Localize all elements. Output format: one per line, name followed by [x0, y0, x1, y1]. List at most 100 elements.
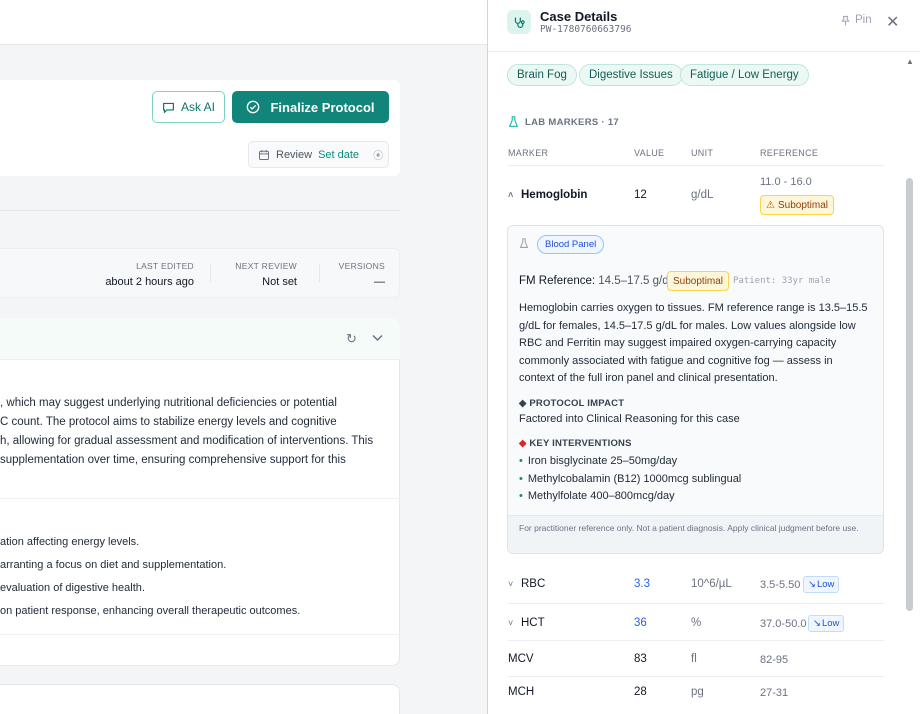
- marker-reference: 3.5-5.50: [760, 579, 801, 591]
- intervention-text: Methylfolate 400–800mcg/day: [527, 490, 675, 502]
- feed-icon[interactable]: ⦿: [373, 147, 383, 162]
- lab-markers-heading: LAB MARKERS · 17: [508, 116, 619, 128]
- pin-button[interactable]: Pin: [840, 14, 872, 26]
- divider: [0, 498, 400, 499]
- marker-unit: pg: [691, 686, 704, 698]
- col-reference: REFERENCE: [760, 148, 819, 158]
- key-interventions-title: KEY INTERVENTIONS: [529, 438, 632, 449]
- chevron-down-icon: ˅: [508, 579, 514, 589]
- last-edited: LAST EDITED about 2 hours ago: [104, 261, 194, 288]
- versions-value: —: [374, 276, 385, 288]
- lab-markers-title: LAB MARKERS · 17: [525, 116, 620, 128]
- meta-separator: [319, 264, 320, 282]
- finding-item: on patient response, enhancing overall t…: [0, 605, 301, 617]
- check-circle-icon: [247, 100, 260, 114]
- row-divider: [508, 603, 884, 604]
- protocol-impact-text: Factored into Clinical Reasoning for thi…: [519, 413, 740, 425]
- marker-reference: 37.0-50.0: [760, 618, 807, 630]
- last-edited-label: LAST EDITED: [136, 261, 194, 271]
- marker-reference: 11.0 - 16.0: [760, 176, 812, 188]
- finding-item: evaluation of digestive health.: [0, 582, 145, 594]
- trend-down-icon: ↘: [808, 579, 816, 590]
- status-label: Suboptimal: [777, 199, 828, 211]
- chevron-up-icon: ˄: [508, 190, 514, 200]
- marker-value: 28: [634, 686, 647, 698]
- finding-item: ation affecting energy levels.: [0, 536, 140, 548]
- next-review-value: Not set: [262, 276, 297, 288]
- col-unit: UNIT: [691, 148, 714, 158]
- intervention-text: Iron bisglycinate 25–50mg/day: [527, 455, 678, 467]
- divider: [0, 634, 400, 635]
- main-content: Ask AI Finalize Protocol Review Set date…: [0, 0, 488, 714]
- row-divider: [508, 640, 884, 641]
- clinical-summary-header: [0, 318, 400, 360]
- case-id: PW-1780760663796: [540, 24, 632, 35]
- disclaimer: For practitioner reference only. Not a p…: [508, 515, 883, 553]
- fm-reference-label: FM Reference:: [519, 275, 596, 287]
- chevron-down-icon[interactable]: [372, 334, 383, 342]
- summary-line: C count. The protocol aims to stabilize …: [0, 416, 337, 428]
- next-review: NEXT REVIEW Not set: [225, 261, 297, 288]
- protocol-impact-heading: ◆ PROTOCOL IMPACT: [519, 398, 624, 409]
- summary-line: h, allowing for gradual assessment and m…: [0, 435, 374, 447]
- status-badge: ⚠ Suboptimal: [760, 195, 834, 215]
- chevron-down-icon: ˅: [508, 618, 514, 628]
- ask-ai-label: Ask AI: [180, 100, 215, 114]
- marker-row-rbc[interactable]: ˅ RBC: [508, 578, 545, 590]
- marker-value: 83: [634, 653, 647, 665]
- marker-unit: fl: [691, 653, 697, 665]
- marker-row-hct[interactable]: ˅ HCT: [508, 617, 545, 629]
- fm-reference-value: 14.5–17.5 g/dL: [598, 275, 676, 287]
- intervention-item: • Iron bisglycinate 25–50mg/day: [519, 455, 678, 467]
- panel-title: Case Details: [540, 9, 618, 24]
- scrollbar-thumb[interactable]: [906, 178, 913, 611]
- fm-reference: FM Reference: 14.5–17.5 g/dL: [519, 275, 675, 287]
- refresh-icon[interactable]: ↻: [346, 331, 357, 347]
- trend-down-icon: ↘: [813, 618, 821, 629]
- marker-row-hemoglobin[interactable]: ˄ Hemoglobin: [508, 189, 587, 201]
- next-review-label: NEXT REVIEW: [235, 261, 297, 271]
- marker-unit: g/dL: [691, 189, 714, 201]
- marker-unit: 10^6/µL: [691, 578, 732, 590]
- table-divider: [508, 165, 884, 166]
- calendar-icon: [259, 149, 269, 160]
- panel-badge: Blood Panel: [537, 235, 605, 254]
- pill-icon: ◆: [519, 398, 527, 409]
- finalize-label: Finalize Protocol: [270, 99, 375, 115]
- review-label: Review: [276, 148, 313, 161]
- review-date-control[interactable]: Review Set date ⦿: [248, 141, 389, 168]
- next-section-card: [0, 684, 400, 714]
- marker-value: 3.3: [634, 578, 650, 590]
- marker-name: MCH: [508, 686, 535, 698]
- stethoscope-icon: [507, 10, 531, 34]
- versions: VERSIONS —: [330, 261, 385, 288]
- pin-label: Pin: [855, 14, 872, 26]
- close-icon[interactable]: ✕: [886, 12, 899, 32]
- ask-ai-button[interactable]: Ask AI: [152, 91, 225, 123]
- finalize-protocol-button[interactable]: Finalize Protocol: [232, 91, 389, 123]
- scroll-up-arrow[interactable]: ▲: [906, 57, 914, 66]
- marker-name: MCV: [508, 653, 534, 665]
- low-badge: ↘ Low: [803, 576, 840, 593]
- pin-icon: [841, 15, 850, 25]
- flask-icon: [519, 238, 529, 252]
- fm-status-badge: Suboptimal: [667, 271, 730, 291]
- tag-chip[interactable]: Fatigue / Low Energy: [680, 64, 809, 86]
- case-details-panel: Case Details PW-1780760663796 Pin ✕ Brai…: [488, 0, 920, 714]
- panel-header: Case Details PW-1780760663796 Pin ✕: [488, 0, 920, 52]
- key-interventions-heading: ◆ KEY INTERVENTIONS: [519, 438, 632, 449]
- patient-info: Patient: 33yr male: [733, 276, 831, 286]
- fm-status-label: Suboptimal: [673, 275, 724, 287]
- set-date-link[interactable]: Set date: [318, 149, 359, 161]
- tag-chip[interactable]: Brain Fog: [507, 64, 577, 86]
- divider: [0, 210, 400, 211]
- top-bar: [0, 0, 488, 45]
- col-value: VALUE: [634, 148, 665, 158]
- flag-label: Low: [816, 579, 835, 590]
- intervention-item: • Methylcobalamin (B12) 1000mcg sublingua…: [519, 473, 742, 485]
- tag-chip[interactable]: Digestive Issues: [579, 64, 683, 86]
- marker-row-mch[interactable]: MCH: [508, 686, 534, 698]
- marker-row-mcv[interactable]: MCV: [508, 653, 534, 665]
- low-badge: ↘ Low: [808, 615, 845, 632]
- marker-value: 36: [634, 617, 647, 629]
